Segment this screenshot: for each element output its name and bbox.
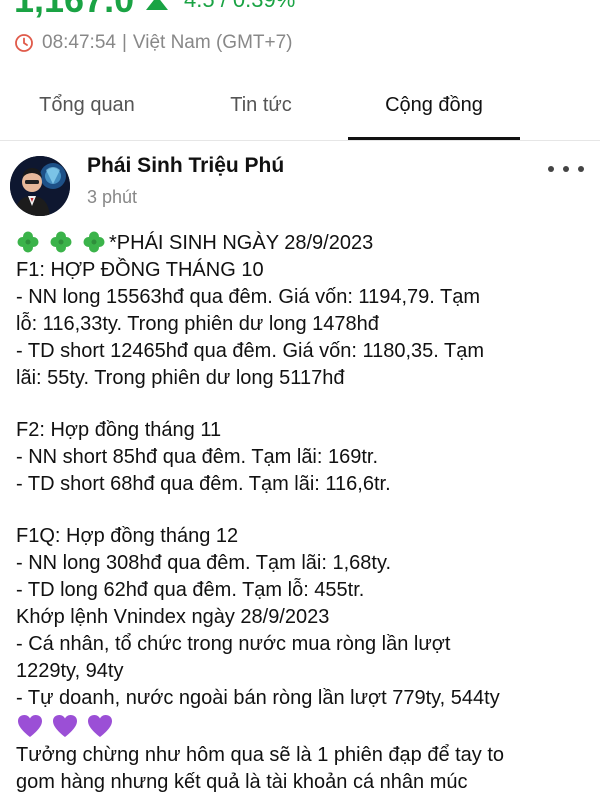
- post-line: gom hàng nhưng kết quả là tài khoản cá n…: [16, 771, 468, 793]
- post-line: F2: Hợp đồng tháng 11: [16, 419, 222, 441]
- more-dot-icon: [548, 166, 554, 172]
- post-title: *PHÁI SINH NGÀY 28/9/2023: [109, 232, 374, 254]
- purple-heart-icon: [88, 715, 112, 737]
- post-line: - Tự doanh, nước ngoài bán ròng lần lượt…: [16, 687, 500, 709]
- post-content: *PHÁI SINH NGÀY 28/9/2023 F1: HỢP ĐỒNG T…: [16, 230, 586, 796]
- active-tab-indicator: [348, 137, 520, 140]
- clover-icon: [50, 231, 72, 253]
- post-line: - TD short 12465hđ qua đêm. Giá vốn: 118…: [16, 340, 485, 362]
- post-line: - TD long 62hđ qua đêm. Tạm lỗ: 455tr.: [16, 579, 365, 601]
- clock-icon: [15, 34, 33, 52]
- quote-time: 08:47:54: [42, 32, 116, 53]
- post-line: - TD short 68hđ qua đêm. Tạm lãi: 116,6t…: [16, 473, 391, 495]
- post-line: F1: HỢP ĐỒNG THÁNG 10: [16, 259, 264, 281]
- tab-overview[interactable]: Tổng quan: [0, 70, 174, 140]
- tab-news[interactable]: Tin tức: [174, 70, 348, 140]
- tab-community[interactable]: Cộng đồng: [348, 70, 520, 140]
- more-dot-icon: [578, 166, 584, 172]
- quote-header: 1,167.0 4.5 / 0.39%: [0, 0, 600, 20]
- quote-timestamp: 08:47:54 | Việt Nam (GMT+7): [14, 31, 293, 55]
- post-line: *PHÁI SINH NGÀY 28/9/2023: [16, 230, 586, 257]
- post-line: - NN long 15563hđ qua đêm. Giá vốn: 1194…: [16, 286, 480, 308]
- quote-timezone: Việt Nam (GMT+7): [132, 32, 293, 53]
- clover-icon: [83, 231, 105, 253]
- post-line: F1Q: Hợp đồng tháng 12: [16, 525, 239, 547]
- up-arrow-icon: [146, 0, 168, 10]
- clover-icon: [17, 231, 39, 253]
- post-line: lãi: 55ty. Trong phiên dư long 5117hđ: [16, 367, 345, 389]
- avatar[interactable]: [10, 156, 70, 216]
- post-time: 3 phút: [87, 187, 138, 207]
- avatar-image: [10, 156, 70, 216]
- more-options-button[interactable]: [548, 158, 584, 180]
- more-dot-icon: [563, 166, 569, 172]
- emoji-row: [16, 712, 586, 742]
- price-change: 4.5 / 0.39%: [184, 0, 295, 20]
- post-line: - NN short 85hđ qua đêm. Tạm lãi: 169tr.: [16, 446, 379, 468]
- author-name[interactable]: Phái Sinh Triệu Phú: [87, 154, 284, 178]
- post-line: lỗ: 116,33ty. Trong phiên dư long 1478hđ: [16, 313, 379, 335]
- purple-heart-icon: [53, 715, 77, 737]
- post-line: 1229ty, 94ty: [16, 660, 124, 682]
- time-separator: |: [121, 32, 127, 53]
- purple-heart-icon: [18, 715, 42, 737]
- post-line: Khớp lệnh Vnindex ngày 28/9/2023: [16, 606, 330, 628]
- post-line: - NN long 308hđ qua đêm. Tạm lãi: 1,68ty…: [16, 552, 392, 574]
- post-line: Tưởng chừng như hôm qua sẽ là 1 phiên đạ…: [16, 744, 505, 766]
- post-line: - Cá nhân, tổ chức trong nước mua ròng l…: [16, 633, 451, 655]
- index-price: 1,167.0: [14, 0, 134, 20]
- tab-bar: Tổng quan Tin tức Cộng đồng: [0, 70, 600, 141]
